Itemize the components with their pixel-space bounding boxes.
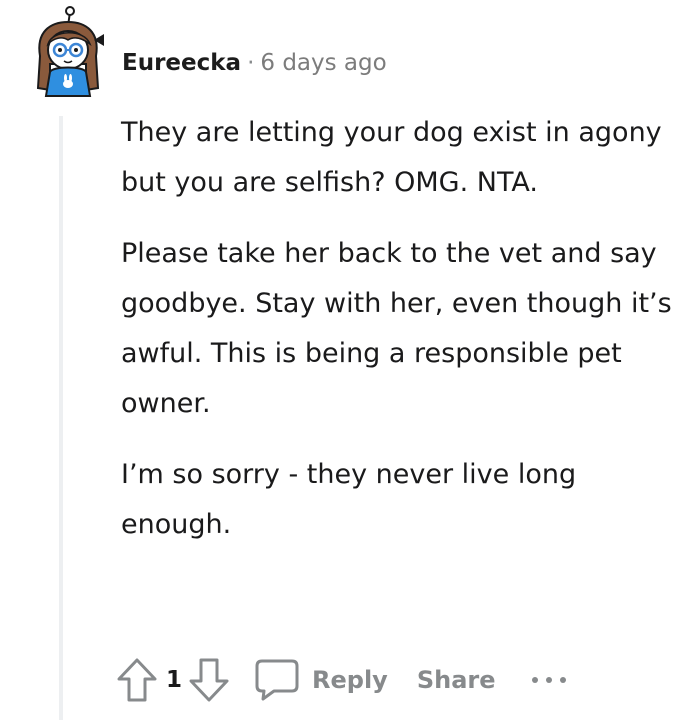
reply-button[interactable]: Reply (254, 658, 388, 702)
comment-paragraph: Please take her back to the vet and say … (121, 238, 672, 419)
comment-body: They are letting your dog exist in agony… (121, 108, 681, 571)
separator-dot: · (247, 50, 255, 76)
reply-label: Reply (312, 666, 388, 694)
share-button[interactable]: Share (417, 666, 496, 694)
timestamp-link[interactable]: 6 days ago (260, 50, 386, 76)
username-link[interactable]: Eureecka (122, 50, 241, 76)
comment-paragraph: They are letting your dog exist in agony… (121, 117, 662, 198)
comment-paragraph: I’m so sorry - they never live long enou… (121, 459, 577, 540)
more-options-icon[interactable] (529, 674, 569, 686)
thread-collapse-line[interactable] (59, 116, 63, 720)
comment-header: Eureecka · 6 days ago (122, 46, 387, 80)
downvote-arrow-icon[interactable] (188, 657, 230, 703)
user-avatar[interactable] (28, 4, 108, 100)
chat-bubble-icon (254, 658, 300, 702)
upvote-arrow-icon[interactable] (116, 657, 158, 703)
comment-action-bar: 1 Reply Share (116, 655, 569, 705)
vote-count: 1 (166, 667, 183, 693)
